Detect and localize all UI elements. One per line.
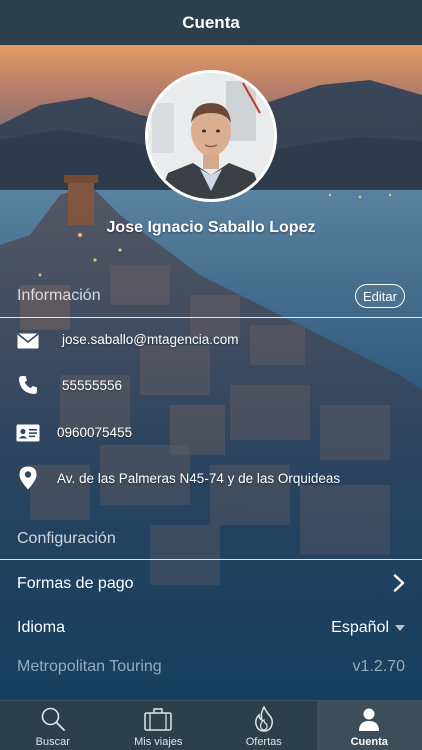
tab-label: Ofertas (245, 736, 282, 748)
profile-name: Jose Ignacio Saballo Lopez (106, 219, 316, 236)
app-version: v1.2.70 (352, 658, 405, 675)
tab-cuenta[interactable]: Cuenta (316, 701, 422, 750)
tab-ofertas[interactable]: Ofertas (211, 701, 317, 750)
email-text: jose.saballo@mtagencia.com (62, 332, 239, 347)
edit-button[interactable]: Editar (355, 284, 405, 308)
tab-buscar[interactable]: Buscar (0, 701, 106, 750)
avatar[interactable] (145, 70, 277, 202)
search-icon (39, 705, 67, 733)
address-row[interactable]: Av. de las Palmeras N45-74 y de las Orqu… (0, 460, 422, 496)
language-select[interactable]: Español (331, 619, 405, 637)
nav-header: Cuenta (0, 0, 422, 45)
version-row: Metropolitan Touring v1.2.70 (0, 648, 422, 684)
email-icon (15, 328, 41, 354)
suitcase-icon (144, 705, 172, 733)
info-divider (0, 317, 422, 318)
id-card-icon (15, 420, 41, 446)
phone-icon (15, 372, 41, 398)
info-section-title: Información (17, 287, 101, 304)
id-row[interactable]: 0960075455 (0, 414, 422, 450)
email-row[interactable]: jose.saballo@mtagencia.com (0, 322, 422, 358)
account-screen: Cuenta Jose Ignacio Saballo Lopez Inform… (0, 0, 422, 750)
phone-text: 55555556 (62, 378, 123, 393)
language-value: Español (331, 619, 389, 636)
payment-methods-row[interactable]: Formas de pago (0, 565, 422, 601)
user-icon (355, 705, 383, 733)
config-divider (0, 559, 422, 560)
tab-label: Cuenta (350, 736, 388, 748)
tab-label: Mis viajes (134, 736, 183, 748)
flame-icon (250, 705, 278, 733)
app-name: Metropolitan Touring (17, 658, 162, 675)
tab-label: Buscar (35, 736, 70, 748)
page-title: Cuenta (182, 12, 240, 32)
chevron-right-icon (393, 574, 405, 597)
address-text: Av. de las Palmeras N45-74 y de las Orqu… (57, 471, 341, 486)
location-pin-icon (15, 465, 41, 491)
id-text: 0960075455 (57, 425, 133, 440)
config-section-title: Configuración (17, 530, 116, 547)
caret-down-icon (395, 624, 405, 631)
language-row[interactable]: Idioma Español (0, 609, 422, 645)
profile-photo (148, 73, 274, 199)
tab-bar: Buscar Mis viajes Ofertas Cuenta (0, 700, 422, 750)
tab-mis-viajes[interactable]: Mis viajes (106, 701, 212, 750)
payment-methods-label: Formas de pago (17, 575, 134, 592)
language-label: Idioma (17, 619, 66, 636)
phone-row[interactable]: 55555556 (0, 367, 422, 403)
